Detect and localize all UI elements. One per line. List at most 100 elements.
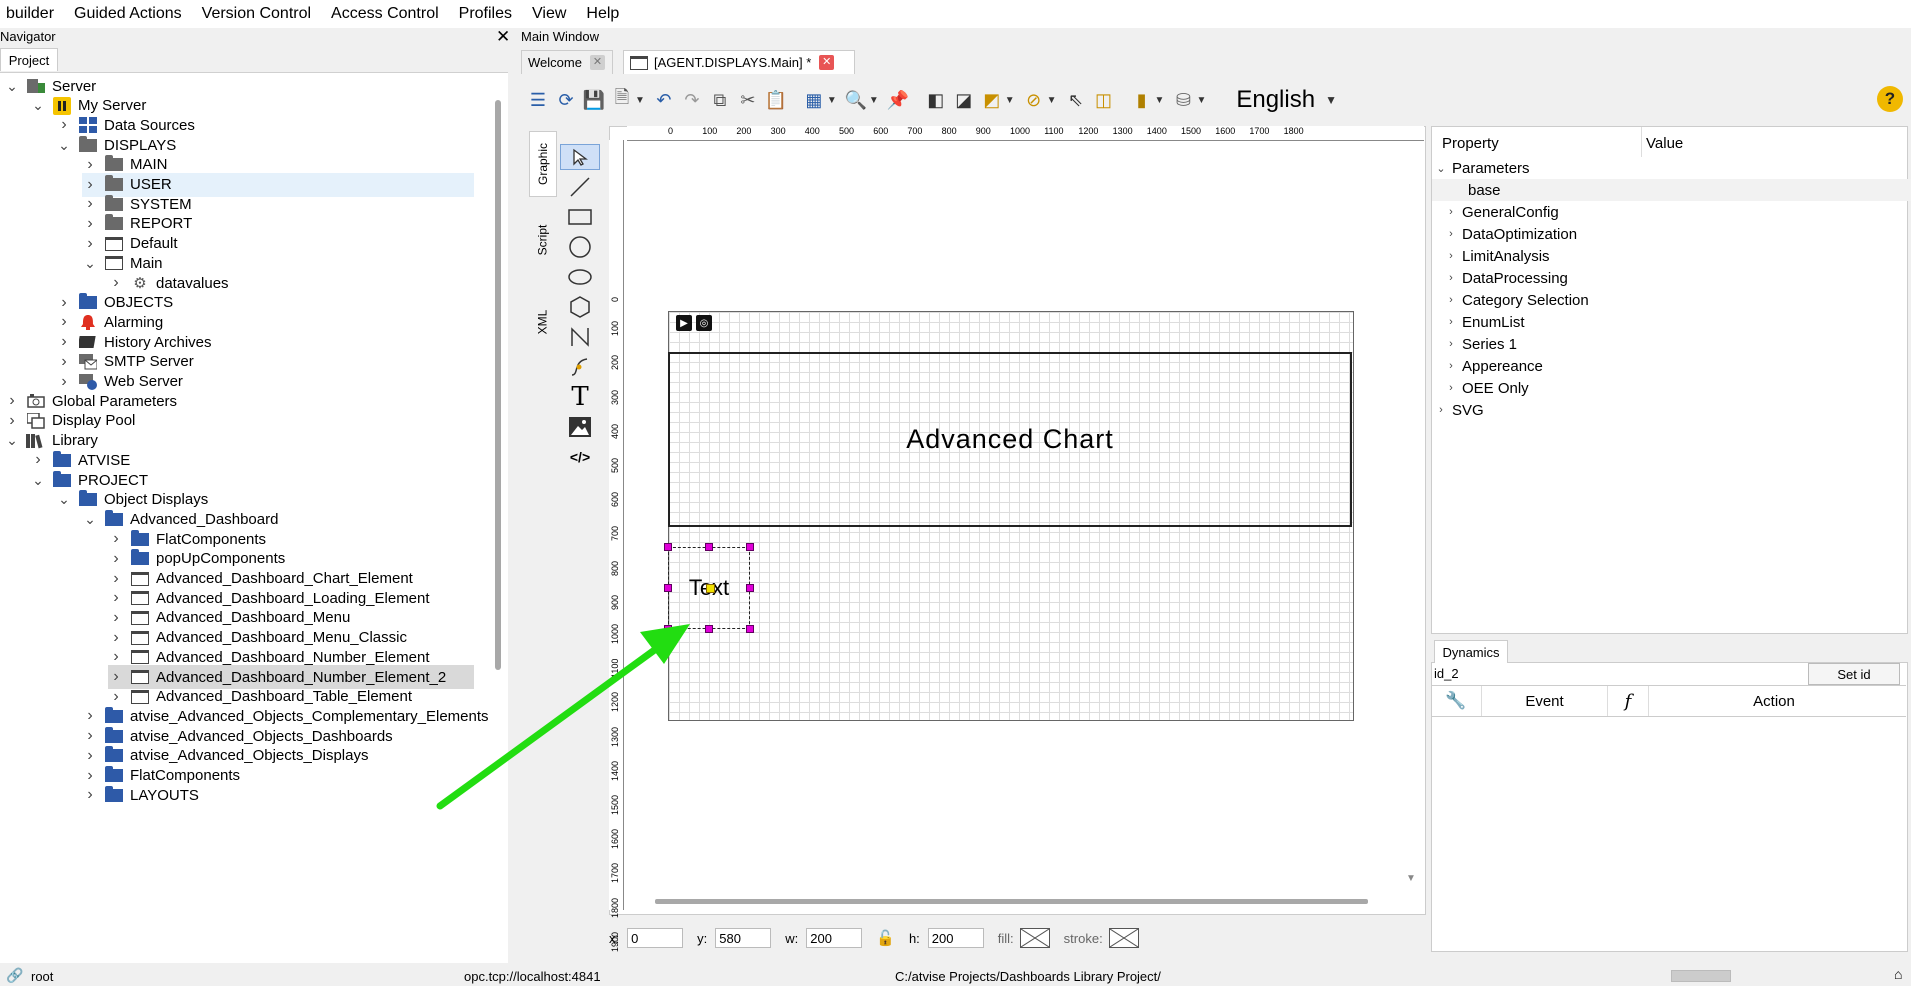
chevron-right-icon[interactable]: ›: [56, 313, 72, 331]
chevron-right-icon[interactable]: ›: [108, 629, 124, 647]
tab-agent-displays-main[interactable]: [AGENT.DISPLAYS.Main] * ✕: [623, 50, 855, 74]
tab-dynamics[interactable]: Dynamics: [1434, 640, 1508, 663]
chevron-down-icon[interactable]: ▼: [827, 95, 837, 106]
zoom-icon[interactable]: 🔍: [845, 89, 867, 111]
y-input[interactable]: [715, 928, 772, 948]
chevron-right-icon[interactable]: ›: [82, 215, 98, 233]
menu-access-control[interactable]: Access Control: [321, 5, 449, 23]
chevron-right-icon[interactable]: ›: [1444, 382, 1458, 394]
polygon-tool-icon[interactable]: [560, 294, 600, 320]
chevron-right-icon[interactable]: ›: [1444, 250, 1458, 262]
h-input[interactable]: [927, 928, 984, 948]
save-icon[interactable]: 💾: [583, 89, 605, 111]
chevron-down-icon[interactable]: ⌄: [30, 472, 46, 489]
language-select[interactable]: English: [1236, 86, 1315, 114]
menu-view[interactable]: View: [522, 5, 576, 23]
cut-icon[interactable]: ✂: [737, 89, 759, 111]
disable-icon[interactable]: ⊘: [1023, 89, 1045, 111]
code-tool-icon[interactable]: </>: [560, 444, 600, 470]
pick-icon[interactable]: ⇖: [1065, 89, 1087, 111]
chevron-right-icon[interactable]: ›: [56, 373, 72, 391]
resize-handle[interactable]: [705, 543, 713, 551]
tree-item-layouts[interactable]: › LAYOUTS: [82, 783, 199, 807]
select-tool-icon[interactable]: [560, 144, 600, 170]
chevron-right-icon[interactable]: ›: [1444, 206, 1458, 218]
resize-handle[interactable]: [746, 584, 754, 592]
resize-handle[interactable]: [746, 543, 754, 551]
canvas-horizontal-scrollbar[interactable]: [655, 899, 1368, 904]
chevron-right-icon[interactable]: ›: [1444, 360, 1458, 372]
property-row-generalconfig[interactable]: › GeneralConfig: [1432, 201, 1911, 223]
chevron-down-icon[interactable]: ▼: [1047, 95, 1057, 106]
ellipse-tool-icon[interactable]: [560, 264, 600, 290]
snapshot-icon[interactable]: ◎: [696, 315, 712, 331]
chevron-right-icon[interactable]: ›: [82, 767, 98, 785]
chevron-right-icon[interactable]: ›: [82, 707, 98, 725]
property-row-limitanalysis[interactable]: › LimitAnalysis: [1432, 245, 1911, 267]
chevron-right-icon[interactable]: ›: [56, 294, 72, 312]
redo-icon[interactable]: ↷: [681, 89, 703, 111]
path-tool-icon[interactable]: [560, 354, 600, 380]
property-row-svg[interactable]: › SVG: [1432, 399, 1909, 421]
chevron-down-icon[interactable]: ⌄: [56, 491, 72, 508]
set-id-button[interactable]: Set id: [1808, 663, 1900, 685]
circle-tool-icon[interactable]: [560, 234, 600, 260]
distribute-icon[interactable]: ◫: [1093, 89, 1115, 111]
resize-handle[interactable]: [746, 625, 754, 633]
group-icon[interactable]: ◧: [925, 89, 947, 111]
ungroup-icon[interactable]: ◪: [953, 89, 975, 111]
tab-xml[interactable]: XML: [529, 292, 555, 352]
menu-builder[interactable]: builder: [0, 5, 64, 23]
close-icon[interactable]: ✕: [819, 55, 835, 70]
object-icon[interactable]: ▮: [1131, 89, 1153, 111]
wrench-icon[interactable]: 🔧: [1431, 691, 1481, 711]
property-row-enumlist[interactable]: › EnumList: [1432, 311, 1911, 333]
w-input[interactable]: [806, 928, 863, 948]
property-row-oee-only[interactable]: › OEE Only: [1432, 377, 1911, 399]
chevron-down-icon[interactable]: ▼: [1005, 95, 1015, 106]
property-row-parameters[interactable]: ⌄ Parameters: [1432, 157, 1909, 179]
chevron-right-icon[interactable]: ›: [82, 747, 98, 765]
image-tool-icon[interactable]: [560, 414, 600, 440]
chevron-right-icon[interactable]: ›: [4, 392, 20, 410]
advanced-chart-element[interactable]: Advanced Chart: [668, 352, 1352, 527]
chevron-right-icon[interactable]: ›: [82, 156, 98, 174]
chevron-right-icon[interactable]: ›: [108, 570, 124, 588]
menu-help[interactable]: Help: [576, 5, 629, 23]
chevron-down-icon[interactable]: ▼: [1155, 95, 1165, 106]
tab-project[interactable]: Project: [0, 48, 58, 71]
chevron-right-icon[interactable]: ›: [82, 176, 98, 194]
chevron-down-icon[interactable]: ▼: [1196, 95, 1206, 106]
resize-handle[interactable]: [664, 625, 672, 633]
chevron-right-icon[interactable]: ›: [108, 274, 124, 292]
property-row-dataoptimization[interactable]: › DataOptimization: [1432, 223, 1911, 245]
resize-handle[interactable]: [664, 543, 672, 551]
property-row-dataprocessing[interactable]: › DataProcessing: [1432, 267, 1911, 289]
chevron-down-icon[interactable]: ▼: [869, 95, 879, 106]
chevron-right-icon[interactable]: ›: [56, 353, 72, 371]
menu-profiles[interactable]: Profiles: [449, 5, 522, 23]
chevron-down-icon[interactable]: ▼: [635, 95, 645, 106]
chevron-down-icon[interactable]: ⌄: [4, 78, 20, 95]
x-input[interactable]: [627, 928, 684, 948]
navigator-scrollbar[interactable]: [495, 100, 501, 670]
layer-icon[interactable]: ◩: [981, 89, 1003, 111]
chevron-right-icon[interactable]: ›: [108, 609, 124, 627]
refresh-icon[interactable]: ⟳: [555, 89, 577, 111]
chevron-right-icon[interactable]: ›: [82, 195, 98, 213]
text-tool-icon[interactable]: T: [560, 382, 600, 412]
resize-handle[interactable]: [664, 584, 672, 592]
chevron-right-icon[interactable]: ›: [56, 116, 72, 134]
chevron-down-icon[interactable]: ▼: [1325, 93, 1337, 107]
chevron-right-icon[interactable]: ›: [1434, 404, 1448, 416]
polyline-tool-icon[interactable]: [560, 324, 600, 350]
chevron-right-icon[interactable]: ›: [1444, 272, 1458, 284]
chevron-right-icon[interactable]: ›: [1444, 228, 1458, 240]
chevron-right-icon[interactable]: ›: [108, 668, 124, 686]
tab-script[interactable]: Script: [529, 210, 555, 270]
property-row-base[interactable]: base: [1432, 179, 1911, 201]
resize-handle[interactable]: [705, 625, 713, 633]
chevron-right-icon[interactable]: ›: [4, 412, 20, 430]
menu-guided-actions[interactable]: Guided Actions: [64, 5, 192, 23]
close-icon[interactable]: ✕: [589, 55, 605, 70]
